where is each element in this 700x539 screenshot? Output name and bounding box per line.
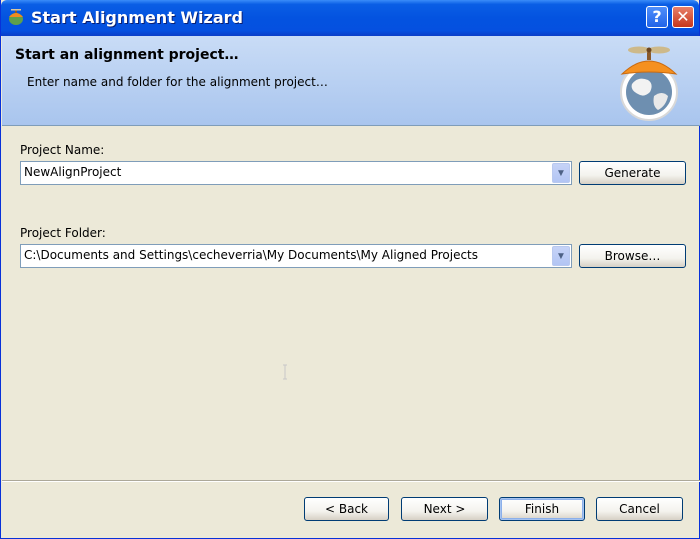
wizard-window: Start Alignment Wizard ? ✕ Start an alig… [0, 0, 700, 539]
project-name-label: Project Name: [20, 143, 105, 157]
wizard-header: Start an alignment project… Enter name a… [2, 36, 700, 126]
next-button[interactable]: Next > [401, 497, 488, 521]
header-title: Start an alignment project… [15, 47, 239, 63]
project-name-combobox[interactable]: NewAlignProject ▼ [20, 161, 572, 185]
finish-button[interactable]: Finish [499, 497, 585, 521]
window-title: Start Alignment Wizard [31, 8, 243, 27]
project-folder-combobox[interactable]: C:\Documents and Settings\cecheverria\My… [20, 244, 572, 268]
browse-button[interactable]: Browse… [579, 244, 686, 268]
chevron-down-icon[interactable]: ▼ [552, 163, 570, 183]
cancel-button[interactable]: Cancel [596, 497, 683, 521]
app-icon [9, 9, 23, 25]
text-cursor-icon [283, 364, 287, 380]
generate-button[interactable]: Generate [579, 161, 686, 185]
help-button[interactable]: ? [646, 6, 668, 28]
project-folder-value[interactable]: C:\Documents and Settings\cecheverria\My… [24, 248, 478, 262]
header-subtitle: Enter name and folder for the alignment … [27, 75, 328, 89]
project-folder-label: Project Folder: [20, 226, 106, 240]
footer-divider [2, 480, 700, 482]
project-name-value[interactable]: NewAlignProject [24, 165, 121, 179]
chevron-down-icon[interactable]: ▼ [552, 246, 570, 266]
globe-propeller-hat-icon [620, 46, 678, 121]
close-button[interactable]: ✕ [672, 6, 694, 28]
title-bar[interactable]: Start Alignment Wizard ? ✕ [1, 0, 699, 36]
back-button[interactable]: < Back [304, 497, 389, 521]
